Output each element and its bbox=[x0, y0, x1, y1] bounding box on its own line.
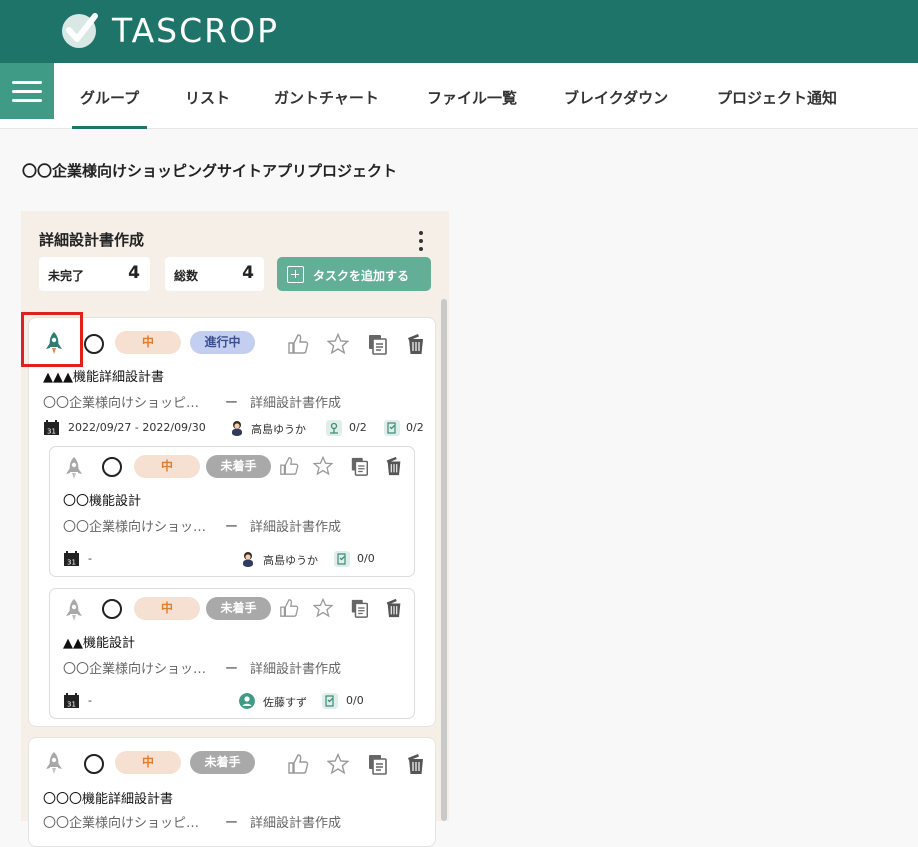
project-title: 〇〇企業様向けショッピングサイトアプリプロジェクト bbox=[22, 162, 398, 180]
task-card[interactable]: 中 進行中 ▲▲▲機能詳細設計書 〇〇企業様向けショッピ… ー 詳細設計書作成 … bbox=[28, 317, 436, 727]
separator: ー bbox=[225, 396, 239, 411]
checklist-count: 0/2 bbox=[406, 421, 424, 434]
svg-text:31: 31 bbox=[67, 559, 76, 567]
complete-toggle[interactable] bbox=[84, 754, 104, 774]
complete-toggle[interactable] bbox=[84, 334, 104, 354]
calendar-icon: 31 bbox=[64, 551, 79, 567]
like-icon[interactable] bbox=[279, 456, 299, 476]
task-project: 〇〇企業様向けショッ… bbox=[63, 662, 207, 677]
logo[interactable]: TASCROP bbox=[60, 8, 279, 52]
star-icon[interactable] bbox=[313, 598, 333, 618]
task-group: 詳細設計書作成 bbox=[250, 396, 342, 411]
calendar-icon: 31 bbox=[44, 420, 59, 436]
checklist-icon bbox=[322, 693, 338, 709]
task-name[interactable]: 〇〇〇機能詳細設計書 bbox=[43, 788, 173, 807]
logo-text: TASCROP bbox=[112, 10, 279, 50]
archive-icon[interactable] bbox=[384, 456, 404, 476]
svg-text:31: 31 bbox=[67, 701, 76, 709]
like-icon[interactable] bbox=[287, 333, 309, 355]
assignee-name: 高島ゆうか bbox=[251, 423, 306, 436]
tab-files[interactable]: ファイル一覧 bbox=[427, 63, 517, 129]
task-group: 詳細設計書作成 bbox=[250, 662, 342, 677]
user-default-avatar-icon bbox=[239, 693, 255, 709]
priority-badge[interactable]: 中 bbox=[115, 331, 181, 354]
more-options-icon[interactable] bbox=[417, 231, 425, 251]
priority-badge[interactable]: 中 bbox=[134, 455, 200, 478]
status-badge[interactable]: 未着手 bbox=[206, 597, 271, 620]
user-avatar-icon bbox=[232, 421, 242, 436]
task-date: - bbox=[88, 694, 92, 707]
task-group: 詳細設計書作成 bbox=[250, 816, 342, 831]
task-project: 〇〇企業様向けショッ… bbox=[63, 520, 207, 535]
complete-toggle[interactable] bbox=[102, 457, 122, 477]
menu-icon[interactable] bbox=[0, 63, 54, 119]
checklist-icon bbox=[384, 420, 400, 436]
tab-breakdown[interactable]: ブレイクダウン bbox=[564, 63, 668, 129]
copy-icon[interactable] bbox=[367, 753, 389, 775]
subtask-card[interactable]: 中 未着手 〇〇機能設計 〇〇企業様向けショッ… ー 詳細設計書作成 31 - … bbox=[49, 446, 415, 577]
status-badge[interactable]: 未着手 bbox=[206, 455, 271, 478]
rocket-icon[interactable] bbox=[63, 598, 85, 622]
plus-icon bbox=[287, 266, 304, 283]
complete-toggle[interactable] bbox=[102, 599, 122, 619]
star-icon[interactable] bbox=[327, 753, 349, 775]
archive-icon[interactable] bbox=[405, 753, 427, 775]
tab-group[interactable]: グループ bbox=[71, 63, 148, 129]
tab-gantt[interactable]: ガントチャート bbox=[274, 63, 379, 129]
logo-check-icon bbox=[60, 10, 100, 50]
like-icon[interactable] bbox=[287, 753, 309, 775]
star-icon[interactable] bbox=[313, 456, 333, 476]
task-card[interactable]: 中 未着手 〇〇〇機能詳細設計書 〇〇企業様向けショッピ… ー 詳細設計書作成 bbox=[28, 737, 436, 847]
group-column: 詳細設計書作成 未完了 4 総数 4 タスクを追加する 中 進行中 ▲▲▲機能詳… bbox=[21, 211, 449, 847]
copy-icon[interactable] bbox=[350, 598, 370, 618]
incomplete-count: 未完了 4 bbox=[39, 257, 150, 291]
total-count: 総数 4 bbox=[165, 257, 264, 291]
separator: ー bbox=[225, 520, 239, 535]
rocket-icon[interactable] bbox=[63, 456, 85, 480]
copy-icon[interactable] bbox=[350, 456, 370, 476]
tab-list[interactable]: リスト bbox=[185, 63, 230, 129]
task-group: 詳細設計書作成 bbox=[250, 520, 342, 535]
checklist-count: 0/0 bbox=[346, 694, 364, 707]
subtask-icon bbox=[326, 420, 342, 436]
subtask-count: 0/2 bbox=[349, 421, 367, 434]
app-header: TASCROP bbox=[0, 0, 918, 63]
status-badge[interactable]: 未着手 bbox=[190, 751, 255, 774]
task-date: 2022/09/27 - 2022/09/30 bbox=[68, 421, 206, 434]
user-avatar-icon bbox=[243, 552, 253, 567]
task-name[interactable]: ▲▲▲機能詳細設計書 bbox=[43, 366, 164, 385]
svg-text:31: 31 bbox=[47, 428, 56, 436]
group-title: 詳細設計書作成 bbox=[39, 231, 145, 249]
checklist-count: 0/0 bbox=[357, 552, 375, 565]
task-project: 〇〇企業様向けショッピ… bbox=[43, 816, 200, 831]
copy-icon[interactable] bbox=[367, 333, 389, 355]
assignee-name: 佐藤すず bbox=[263, 696, 307, 709]
priority-badge[interactable]: 中 bbox=[134, 597, 200, 620]
like-icon[interactable] bbox=[279, 598, 299, 618]
task-date: - bbox=[88, 552, 92, 565]
separator: ー bbox=[225, 816, 239, 831]
status-badge[interactable]: 進行中 bbox=[190, 331, 255, 354]
star-icon[interactable] bbox=[327, 333, 349, 355]
rocket-icon[interactable] bbox=[43, 751, 65, 775]
assignee-name: 高島ゆうか bbox=[263, 554, 318, 567]
task-name[interactable]: 〇〇機能設計 bbox=[63, 490, 141, 509]
separator: ー bbox=[225, 662, 239, 677]
archive-icon[interactable] bbox=[405, 333, 427, 355]
tab-project-notifications[interactable]: プロジェクト通知 bbox=[717, 63, 837, 129]
subtask-card[interactable]: 中 未着手 ▲▲機能設計 〇〇企業様向けショッ… ー 詳細設計書作成 31 - … bbox=[49, 588, 415, 719]
scrollbar[interactable] bbox=[441, 299, 447, 821]
priority-badge[interactable]: 中 bbox=[115, 751, 181, 774]
task-name[interactable]: ▲▲機能設計 bbox=[63, 632, 135, 651]
checklist-icon bbox=[334, 551, 350, 567]
main-nav: グループ リスト ガントチャート ファイル一覧 ブレイクダウン プロジェクト通知 bbox=[0, 63, 918, 129]
task-project: 〇〇企業様向けショッピ… bbox=[43, 396, 200, 411]
rocket-icon[interactable] bbox=[43, 331, 65, 355]
add-task-button[interactable]: タスクを追加する bbox=[277, 257, 431, 291]
calendar-icon: 31 bbox=[64, 693, 79, 709]
archive-icon[interactable] bbox=[384, 598, 404, 618]
